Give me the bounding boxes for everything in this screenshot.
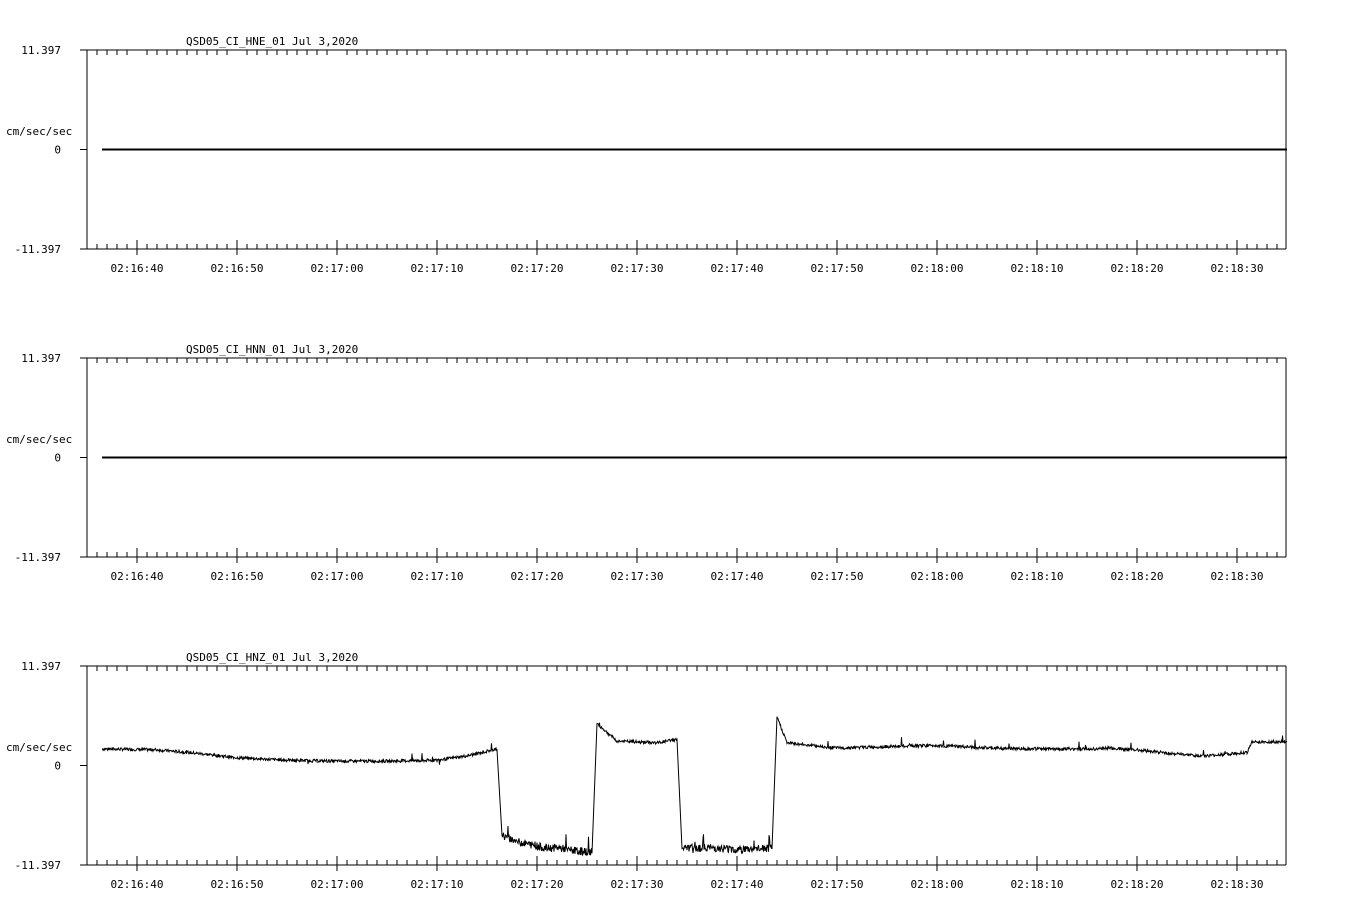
- x-tick-label: 02:18:10: [1011, 878, 1064, 891]
- x-tick-label: 02:17:50: [811, 878, 864, 891]
- x-tick-label: 02:18:00: [911, 570, 964, 583]
- x-tick-label: 02:17:10: [411, 570, 464, 583]
- x-tick-label: 02:18:30: [1211, 878, 1264, 891]
- seismogram-figure: QSD05_CI_HNE_01 Jul 3,2020 11.397 0 -11.397…: [6, 35, 1288, 891]
- trace-line: [102, 716, 1288, 857]
- x-tick-label: 02:18:30: [1211, 570, 1264, 583]
- x-tick-label: 02:18:30: [1211, 262, 1264, 275]
- x-tick-label: 02:16:50: [211, 570, 264, 583]
- y-tick-label: -11.397: [15, 243, 61, 256]
- panel-title: QSD05_CI_HNZ_01 Jul 3,2020: [186, 651, 358, 664]
- x-tick-label: 02:17:20: [511, 878, 564, 891]
- y-axis-label: cm/sec/sec: [6, 433, 72, 446]
- y-tick-label: 0: [54, 760, 61, 773]
- x-tick-label: 02:18:20: [1111, 570, 1164, 583]
- x-tick-label: 02:17:00: [311, 262, 364, 275]
- x-tick-label: 02:17:10: [411, 878, 464, 891]
- x-tick-label: 02:17:30: [611, 262, 664, 275]
- x-tick-label: 02:16:40: [111, 570, 164, 583]
- x-tick-label: 02:17:20: [511, 570, 564, 583]
- y-axis-label: cm/sec/sec: [6, 741, 72, 754]
- y-tick-label: -11.397: [15, 859, 61, 872]
- x-tick-label: 02:17:30: [611, 570, 664, 583]
- x-tick-label: 02:16:50: [211, 878, 264, 891]
- panel-1: QSD05_CI_HNE_01 Jul 3,2020 11.397 0 -11.397…: [6, 35, 1287, 275]
- panel-3: QSD05_CI_HNZ_01 Jul 3,2020 11.397 0 -11.397…: [6, 651, 1288, 891]
- x-tick-label: 02:18:00: [911, 878, 964, 891]
- x-tick-label: 02:17:10: [411, 262, 464, 275]
- y-tick-label: 11.397: [21, 352, 61, 365]
- y-tick-label: 11.397: [21, 660, 61, 673]
- x-tick-label: 02:18:10: [1011, 570, 1064, 583]
- x-tick-label: 02:16:40: [111, 878, 164, 891]
- y-tick-label: 0: [54, 452, 61, 465]
- x-tick-label: 02:16:50: [211, 262, 264, 275]
- x-tick-label: 02:17:20: [511, 262, 564, 275]
- x-tick-label: 02:18:20: [1111, 878, 1164, 891]
- y-tick-label: 11.397: [21, 44, 61, 57]
- panel-2: QSD05_CI_HNN_01 Jul 3,2020 11.397 0 -11.397…: [6, 343, 1287, 583]
- x-tick-label: 02:18:00: [911, 262, 964, 275]
- y-axis-label: cm/sec/sec: [6, 125, 72, 138]
- x-tick-label: 02:18:10: [1011, 262, 1064, 275]
- y-tick-label: 0: [54, 144, 61, 157]
- x-tick-label: 02:17:30: [611, 878, 664, 891]
- x-tick-label: 02:17:40: [711, 878, 764, 891]
- x-tick-label: 02:17:50: [811, 262, 864, 275]
- panel-title: QSD05_CI_HNN_01 Jul 3,2020: [186, 343, 358, 356]
- x-tick-label: 02:17:00: [311, 570, 364, 583]
- x-tick-label: 02:17:50: [811, 570, 864, 583]
- x-tick-label: 02:17:00: [311, 878, 364, 891]
- x-tick-label: 02:17:40: [711, 570, 764, 583]
- y-tick-label: -11.397: [15, 551, 61, 564]
- x-tick-label: 02:16:40: [111, 262, 164, 275]
- panel-title: QSD05_CI_HNE_01 Jul 3,2020: [186, 35, 358, 48]
- x-tick-label: 02:18:20: [1111, 262, 1164, 275]
- x-tick-label: 02:17:40: [711, 262, 764, 275]
